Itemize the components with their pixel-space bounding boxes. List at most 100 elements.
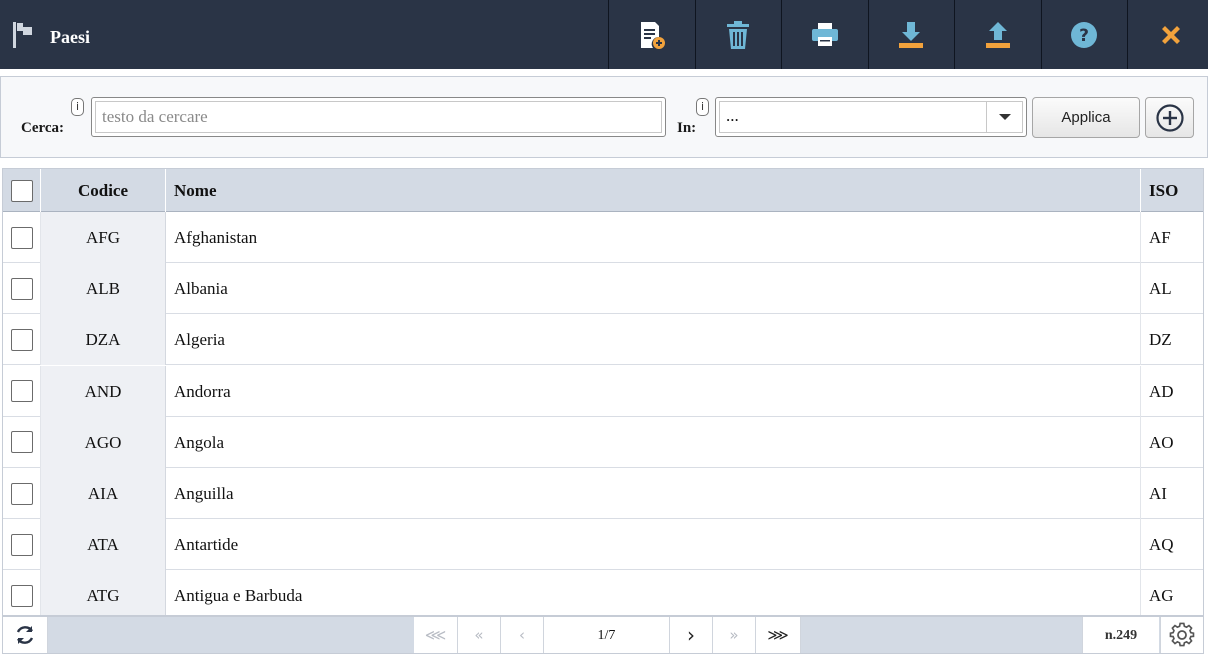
print-button[interactable] [781, 0, 868, 69]
cell-name: Afghanistan [166, 212, 1141, 263]
download-button[interactable] [867, 0, 955, 69]
help-icon: ? [1071, 21, 1098, 48]
column-header-code[interactable]: Codice [41, 169, 166, 212]
apply-button[interactable]: Applica [1032, 97, 1140, 138]
toolbar: ? [608, 0, 1208, 69]
delete-button[interactable] [694, 0, 782, 69]
settings-button[interactable] [1160, 617, 1203, 653]
row-checkbox[interactable] [10, 226, 33, 249]
row-select-cell [3, 570, 41, 615]
page-indicator: 1/7 [544, 617, 670, 653]
trash-icon [727, 20, 750, 49]
cell-code: AIA [41, 468, 166, 519]
table-row[interactable]: ATA Antartide AQ [3, 519, 1203, 571]
next-group-button[interactable]: » [713, 617, 756, 653]
close-button[interactable] [1127, 0, 1208, 69]
document-add-icon [640, 21, 665, 49]
table-row[interactable]: ATG Antigua e Barbuda AG [3, 570, 1203, 615]
cell-code: DZA [41, 314, 166, 366]
upload-button[interactable] [954, 0, 1041, 69]
cell-code: AND [41, 365, 166, 417]
cell-iso: AQ [1149, 535, 1174, 555]
table-row[interactable]: AFG Afghanistan AF [3, 212, 1203, 263]
record-count: n.249 [1082, 617, 1159, 653]
search-label: Cerca: [21, 120, 65, 136]
cell-iso: AG [1149, 586, 1174, 606]
cell-code: ATG [41, 570, 166, 615]
select-all-cell [3, 169, 41, 212]
refresh-icon [16, 626, 34, 644]
search-input[interactable] [95, 101, 662, 133]
cell-name: Albania [166, 263, 1141, 315]
cell-name: Andorra [166, 365, 1141, 417]
search-info-icon[interactable]: i [71, 98, 84, 116]
cell-iso: AO [1149, 432, 1174, 452]
search-in-label: In: [677, 120, 697, 136]
printer-icon [811, 22, 838, 46]
table-row[interactable]: DZA Algeria DZ [3, 314, 1203, 366]
cell-name: Antartide [166, 519, 1141, 571]
row-checkbox[interactable] [10, 328, 33, 351]
cell-name: Anguilla [166, 468, 1141, 519]
row-select-cell [3, 416, 41, 468]
row-checkbox[interactable] [10, 277, 33, 300]
row-select-cell [3, 314, 41, 366]
row-checkbox[interactable] [10, 431, 33, 454]
search-field-select[interactable]: ... [715, 97, 1027, 137]
row-select-cell [3, 519, 41, 571]
search-input-wrapper [91, 97, 666, 137]
table-header: Codice Nome ISO [3, 169, 1203, 212]
cell-iso: AD [1149, 381, 1174, 401]
last-page-button[interactable]: ⋙ [756, 617, 801, 653]
refresh-button[interactable] [3, 617, 48, 653]
flag-icon [13, 22, 32, 48]
download-icon [899, 21, 924, 48]
new-document-button[interactable] [608, 0, 695, 69]
search-field-select-value: ... [726, 106, 739, 125]
cell-iso: DZ [1149, 330, 1172, 350]
table-row[interactable]: AIA Anguilla AI [3, 468, 1203, 519]
search-panel: Cerca: i In: i ... Applica [0, 76, 1208, 158]
search-in-info-icon[interactable]: i [696, 98, 709, 116]
table-row[interactable]: AGO Angola AO [3, 416, 1203, 468]
column-header-name[interactable]: Nome [166, 169, 1141, 212]
gear-icon [1169, 622, 1195, 647]
first-page-button[interactable]: ⋘ [414, 617, 458, 653]
svg-text:?: ? [1079, 26, 1089, 46]
close-icon [1161, 25, 1180, 44]
row-select-cell [3, 468, 41, 519]
add-filter-button[interactable] [1145, 97, 1194, 138]
cell-iso: AF [1149, 228, 1171, 247]
row-checkbox[interactable] [10, 482, 33, 505]
column-header-iso[interactable]: ISO [1141, 169, 1203, 212]
table-row[interactable]: ALB Albania AL [3, 263, 1203, 315]
row-select-cell [3, 212, 41, 263]
pager-bar: ⋘ « ‹ 1/7 › » ⋙ n.249 [2, 616, 1204, 654]
app-header: Paesi ? [0, 0, 1208, 69]
countries-table: Codice Nome ISO AFG Afghanistan AF ALB Alban… [2, 168, 1204, 616]
cell-iso: AI [1149, 484, 1167, 503]
row-checkbox[interactable] [10, 533, 33, 556]
cell-code: ATA [41, 519, 166, 571]
row-select-cell [3, 263, 41, 315]
upload-icon [985, 21, 1010, 48]
cell-iso: AL [1149, 279, 1172, 299]
cell-name: Angola [166, 416, 1141, 468]
chevron-down-icon[interactable] [986, 102, 1022, 132]
previous-page-button[interactable]: ‹ [501, 617, 544, 653]
help-button[interactable]: ? [1040, 0, 1128, 69]
plus-circle-icon [1155, 103, 1184, 132]
row-select-cell [3, 365, 41, 417]
cell-name: Antigua e Barbuda [166, 570, 1141, 615]
previous-group-button[interactable]: « [458, 617, 501, 653]
cell-name: Algeria [166, 314, 1141, 366]
page-title: Paesi [50, 27, 90, 47]
cell-code: AGO [41, 416, 166, 468]
select-all-checkbox[interactable] [10, 179, 33, 202]
next-page-button[interactable]: › [670, 617, 713, 653]
cell-code: ALB [41, 263, 166, 315]
row-checkbox[interactable] [10, 380, 33, 403]
row-checkbox[interactable] [10, 584, 33, 607]
table-row[interactable]: AND Andorra AD [3, 365, 1203, 417]
cell-code: AFG [41, 212, 166, 263]
